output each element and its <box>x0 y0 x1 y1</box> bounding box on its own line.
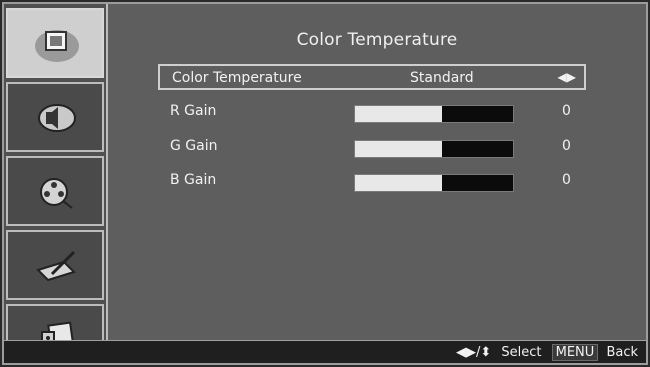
sidebar-item-setup[interactable] <box>6 156 104 226</box>
help-keys: ◀▶/⬍ Select MENU Back <box>456 344 638 361</box>
navigate-icon: ◀▶/⬍ <box>455 345 492 360</box>
color-temperature-value: Standard <box>410 70 474 86</box>
row-label: Color Temperature <box>172 70 302 86</box>
help-bar: ◀▶/⬍ Select MENU Back <box>4 340 646 363</box>
sidebar-item-sound[interactable] <box>6 82 104 152</box>
r-gain-slider[interactable] <box>354 105 514 123</box>
b-gain-slider[interactable] <box>354 174 514 192</box>
menu-key[interactable]: MENU <box>551 344 599 361</box>
sidebar-item-picture[interactable] <box>6 8 104 78</box>
color-temperature-row[interactable]: Color Temperature Standard ◀▶ <box>158 64 586 90</box>
sidebar-item-tools[interactable] <box>6 230 104 300</box>
menu-panel: Color Temperature Color Temperature Stan… <box>108 4 646 363</box>
g-gain-row[interactable]: G Gain 0 <box>158 134 586 160</box>
picture-icon <box>35 30 79 62</box>
sidebar <box>4 4 108 363</box>
tools-icon <box>36 250 76 282</box>
page-title: Color Temperature <box>296 30 458 50</box>
b-gain-value: 0 <box>562 172 571 188</box>
g-gain-value: 0 <box>562 138 571 154</box>
row-label: G Gain <box>170 138 218 154</box>
r-gain-value: 0 <box>562 103 571 119</box>
slider-fill <box>355 106 442 122</box>
sound-icon <box>38 104 76 132</box>
g-gain-slider[interactable] <box>354 140 514 158</box>
back-label: Back <box>606 345 638 360</box>
row-label: R Gain <box>170 103 217 119</box>
slider-fill <box>355 175 442 191</box>
r-gain-row[interactable]: R Gain 0 <box>158 99 586 125</box>
left-right-arrows-icon: ◀▶ <box>557 70 576 84</box>
slider-fill <box>355 141 442 157</box>
b-gain-row[interactable]: B Gain 0 <box>158 168 586 194</box>
row-label: B Gain <box>170 172 217 188</box>
select-label: Select <box>501 345 542 360</box>
osd-menu: Color Temperature Color Temperature Stan… <box>2 2 648 365</box>
setup-icon <box>40 178 73 209</box>
